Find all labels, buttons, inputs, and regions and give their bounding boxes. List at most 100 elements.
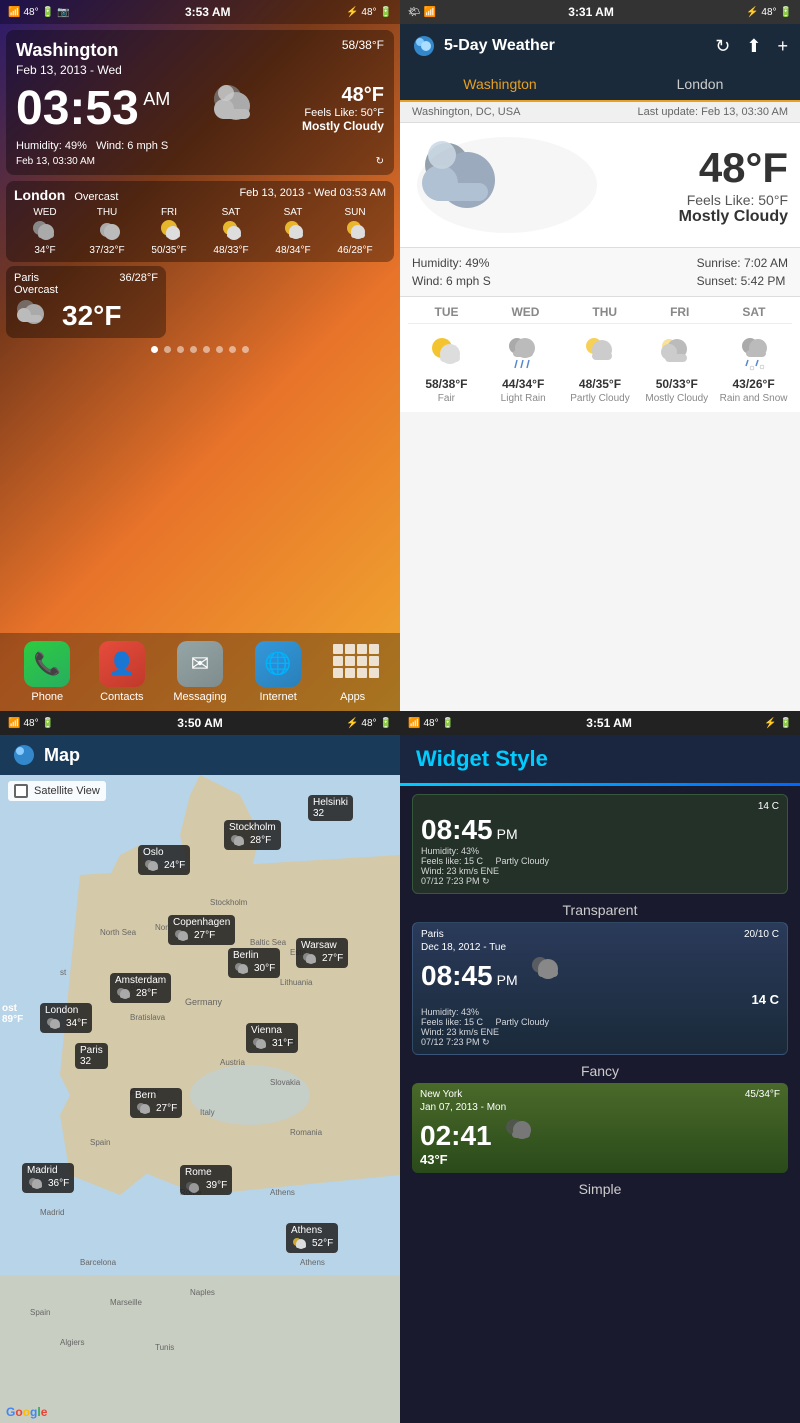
q1-dot-1[interactable] (151, 346, 158, 353)
q1-temp-range: 58/38°F (342, 38, 384, 61)
q2-forecast-thu-temp: 48/35°F (566, 377, 635, 391)
q2-forecast: TUE WED THU FRI SAT 58/38°F Fair (400, 297, 800, 412)
q1-dock-phone[interactable]: 📞 Phone (24, 641, 70, 703)
q2-status-bar: 🌤 📶 3:31 AM ⚡ 48° 🔋 (400, 0, 800, 24)
q4-widget-fancy[interactable]: Paris 20/10 C Dec 18, 2012 - Tue 08:45 P… (412, 922, 788, 1055)
q2-last-update: Last update: Feb 13, 03:30 AM (638, 106, 788, 118)
q1-dock-messaging[interactable]: ✉ Messaging (173, 641, 226, 703)
q1-dock-internet[interactable]: 🌐 Internet (255, 641, 301, 703)
q2-add-icon[interactable]: + (777, 36, 788, 57)
q4-widget-style: 📶 48° 🔋 3:51 AM ⚡ 🔋 Widget Style 14 C (400, 711, 800, 1423)
q3-marker-helsinki: Helsinki 32 (308, 795, 353, 821)
q2-wind: Wind: 6 mph S (412, 274, 491, 288)
q3-title: Map (44, 745, 80, 766)
q1-paris-city: Paris (14, 272, 39, 284)
q2-sunrise: Sunrise: 7:02 AM (697, 256, 788, 270)
q2-forecast-tue-temp: 58/38°F (412, 377, 481, 391)
q1-dot-2[interactable] (164, 346, 171, 353)
q2-tab-london[interactable]: London (600, 68, 800, 100)
q1-refresh-icon[interactable]: ↻ (376, 156, 384, 167)
q1-dock-apps-label: Apps (330, 691, 376, 703)
q1-last-update: Feb 13, 03:30 AM (16, 156, 95, 167)
q4-title-bar: Widget Style (400, 735, 800, 783)
svg-text:Spain: Spain (30, 1308, 50, 1317)
q1-dot-6[interactable] (216, 346, 223, 353)
forecast-icon-wed (501, 332, 545, 372)
q1-forecast-sat1: SAT 48/33°F (200, 207, 262, 256)
q4-widget-transparent[interactable]: 14 C 08:45 PM Humidity: 43% Feels like: … (412, 794, 788, 894)
q4-transparent-label: Transparent (412, 902, 788, 918)
q1-dot-8[interactable] (242, 346, 249, 353)
fancy-widget-icon (530, 955, 565, 985)
q2-share-icon[interactable]: ⬆ (746, 36, 761, 57)
q3-map-screen: 📶 48° 🔋 3:50 AM ⚡ 48° 🔋 Map (0, 711, 400, 1423)
war-weather-icon (301, 951, 319, 966)
q1-current-temp: 48°F (302, 84, 384, 107)
svg-text:Bratislava: Bratislava (130, 1013, 166, 1022)
q1-dock-apps[interactable]: Apps (330, 641, 376, 703)
q3-marker-vienna: Vienna 31°F (246, 1023, 298, 1053)
q1-status-bar: 📶 48° 🔋 📷 3:53 AM ⚡ 48° 🔋 (0, 0, 400, 24)
q3-marker-copenhagen: Copenhagen 27°F (168, 915, 235, 945)
q1-washington-widget: Washington 58/38°F Feb 13, 2013 - Wed 03… (6, 30, 394, 175)
simple-widget-icon (504, 1115, 539, 1145)
q2-forecast-tue: 58/38°F Fair (408, 324, 485, 412)
q1-dock-contacts[interactable]: 👤 Contacts (99, 641, 145, 703)
q2-humidity: Humidity: 49% (412, 256, 491, 270)
q1-dock-messaging-label: Messaging (173, 691, 226, 703)
q1-london-status: Overcast (74, 191, 118, 203)
q3-satellite-toggle[interactable]: Satellite View (8, 781, 106, 801)
vie-weather-icon (251, 1036, 269, 1051)
forecast-icon-wed (30, 218, 60, 242)
forecast-icon-sun (340, 218, 370, 242)
forecast-icon-sat (732, 332, 776, 372)
q2-refresh-icon[interactable]: ↻ (715, 36, 730, 57)
q4-status-time: 3:51 AM (586, 716, 632, 730)
svg-text:Barcelona: Barcelona (80, 1258, 117, 1267)
q3-marker-amsterdam: Amsterdam 28°F (110, 973, 171, 1003)
svg-text:Lithuania: Lithuania (280, 978, 313, 987)
q3-marker-rome: Rome 39°F (180, 1165, 232, 1195)
q2-forecast-sat-temp: 43/26°F (719, 377, 788, 391)
q4-widget-simple[interactable]: New York 45/34°F Jan 07, 2013 - Mon 02:4… (412, 1083, 788, 1173)
satellite-checkbox[interactable] (14, 784, 28, 798)
forecast-icon-fri (655, 332, 699, 372)
svg-text:Nor: Nor (155, 923, 168, 932)
q1-london-forecast: WED 34°F THU 37/32°F (14, 207, 386, 256)
q2-forecast-sat: 43/26°F Rain and Snow (715, 324, 792, 412)
q1-wind: Wind: 6 mph S (96, 140, 168, 152)
svg-text:Naples: Naples (190, 1288, 215, 1297)
q2-forecast-wed-desc: Light Rain (489, 393, 558, 404)
q2-weather-app-icon (412, 34, 436, 58)
q1-dot-7[interactable] (229, 346, 236, 353)
ber-weather-icon (233, 961, 251, 976)
svg-text:Tunis: Tunis (155, 1343, 174, 1352)
q3-app-icon (12, 743, 36, 767)
q4-content: 14 C 08:45 PM Humidity: 43% Feels like: … (400, 786, 800, 1423)
svg-text:Austria: Austria (220, 1058, 245, 1067)
q1-forecast-fri: FRI 50/35°F (138, 207, 200, 256)
q1-forecast-sat2: SAT 48/34°F (262, 207, 324, 256)
q1-london-widget: London Overcast Feb 13, 2013 - Wed 03:53… (6, 181, 394, 262)
q1-dock-contacts-label: Contacts (99, 691, 145, 703)
q2-tab-washington[interactable]: Washington (400, 68, 600, 102)
q3-status-time: 3:50 AM (177, 716, 223, 730)
q3-marker-berlin: Berlin 30°F (228, 948, 280, 978)
q3-marker-paris: Paris 32 (75, 1043, 108, 1069)
q1-dot-4[interactable] (190, 346, 197, 353)
svg-text:Algiers: Algiers (60, 1338, 84, 1347)
q1-paris-icon (14, 297, 54, 332)
q1-dot-5[interactable] (203, 346, 210, 353)
q2-forecast-days: 58/38°F Fair 44/34°F Light Rain (408, 323, 792, 412)
q1-dot-3[interactable] (177, 346, 184, 353)
oslo-weather-icon (143, 858, 161, 873)
svg-text:st: st (60, 968, 67, 977)
forecast-icon-tue (424, 332, 468, 372)
svg-text:Marseille: Marseille (110, 1298, 143, 1307)
q4-fancy-label: Fancy (412, 1063, 788, 1079)
stockholm-weather-icon (229, 833, 247, 848)
svg-text:Stockholm: Stockholm (210, 898, 248, 907)
q1-forecast-wed: WED 34°F (14, 207, 76, 256)
internet-icon: 🌐 (255, 641, 301, 687)
q2-forecast-wed: 44/34°F Light Rain (485, 324, 562, 412)
